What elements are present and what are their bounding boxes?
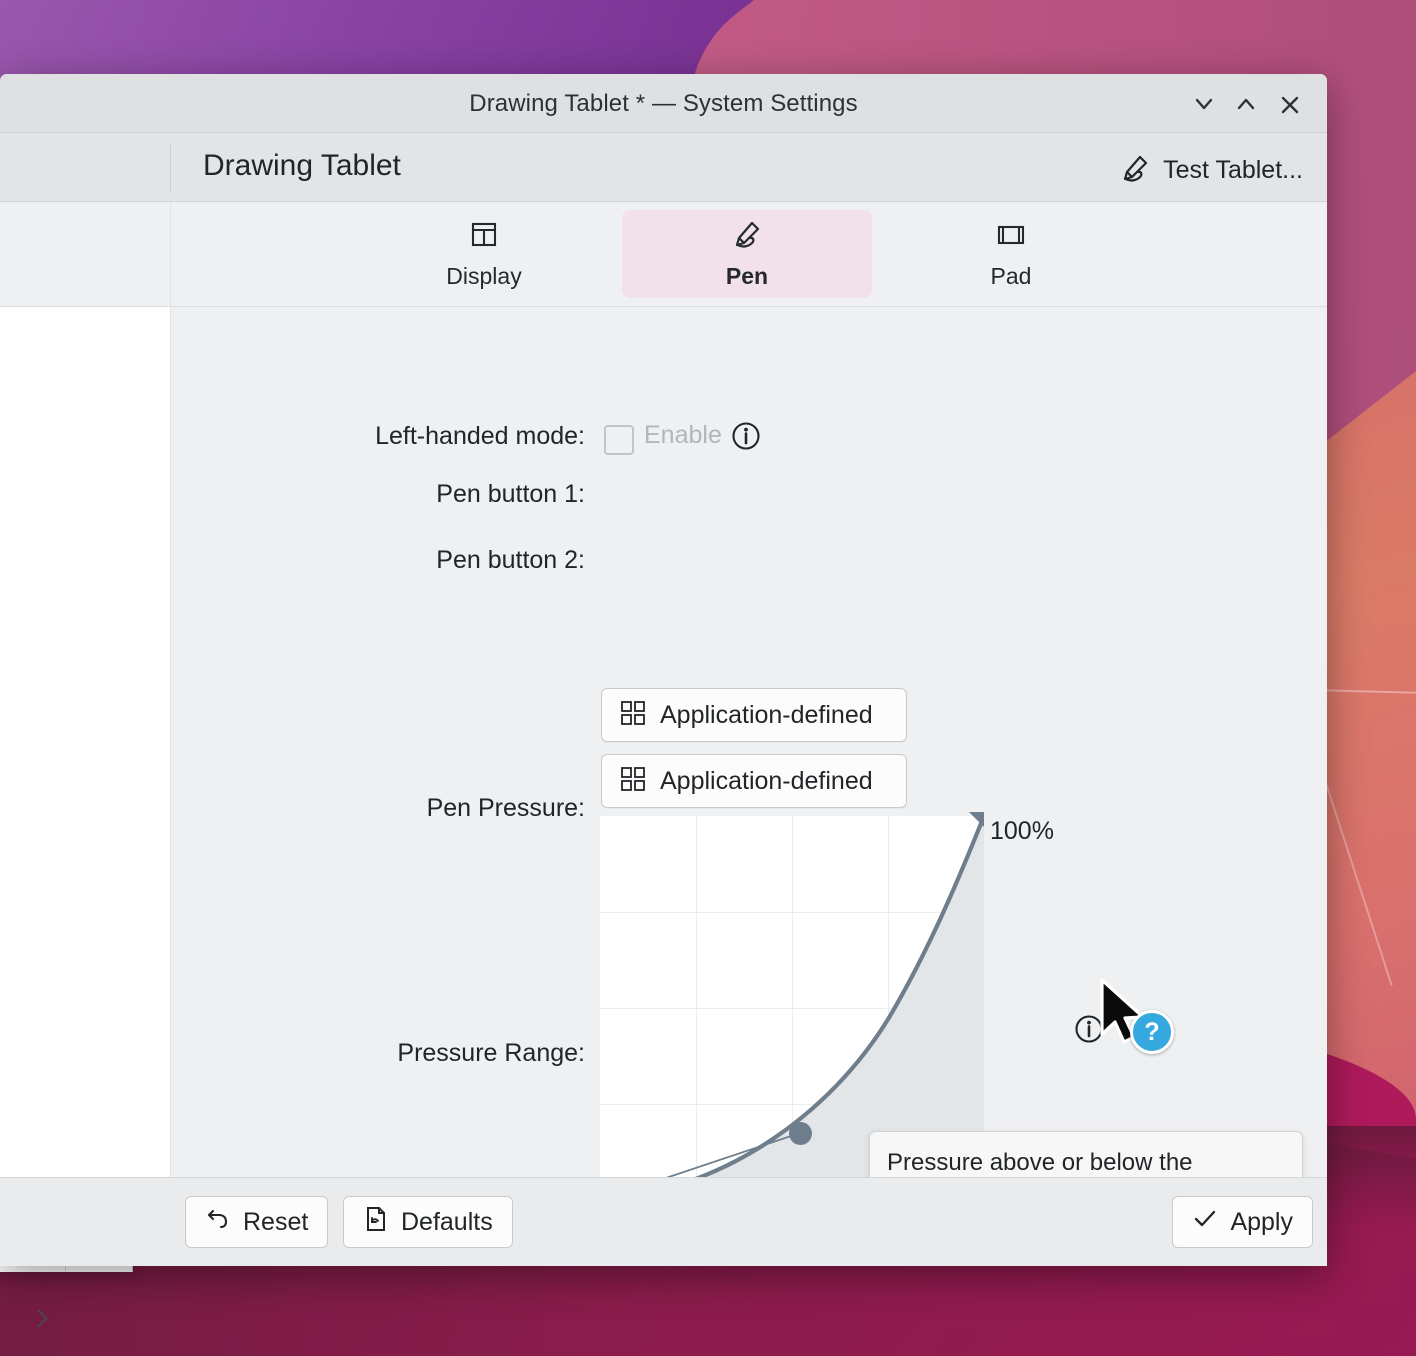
- help-cursor-badge: ?: [1130, 1010, 1174, 1054]
- tab-pen-label: Pen: [725, 262, 769, 289]
- tab-pad[interactable]: Pad: [886, 210, 1136, 298]
- system-settings-window: Drawing Tablet * — System Settings Drawi…: [0, 74, 1327, 1266]
- window-title: Drawing Tablet * — System Settings: [469, 90, 858, 117]
- reset-label: Reset: [243, 1207, 309, 1236]
- left-handed-mode-label: Left-handed mode:: [375, 422, 585, 450]
- apply-button[interactable]: Apply: [1172, 1196, 1313, 1248]
- window-headerbar: Drawing Tablet Test Tablet...: [0, 133, 1327, 202]
- defaults-button[interactable]: Defaults: [343, 1196, 513, 1248]
- pen-button-1-label: Pen button 1:: [436, 480, 585, 508]
- pressure-curve-control-handle[interactable]: [789, 1122, 812, 1145]
- left-handed-enable-label: Enable: [644, 421, 722, 449]
- tab-display-label: Display: [446, 262, 522, 289]
- test-tablet-label: Test Tablet...: [1163, 156, 1303, 184]
- page-title: Drawing Tablet: [203, 149, 401, 182]
- info-icon[interactable]: [1074, 1014, 1104, 1049]
- checkmark-icon: [1192, 1206, 1218, 1239]
- grid-squares-icon: [620, 700, 646, 731]
- pen-button-2-label: Pen button 2:: [436, 546, 585, 574]
- tablet-pad-icon: [994, 219, 1028, 256]
- pen-stylus-icon: [730, 219, 764, 256]
- pen-button-2-value: Application-defined: [660, 766, 873, 795]
- minimize-button[interactable]: [1187, 88, 1221, 120]
- monitor-icon: [467, 219, 501, 256]
- content-left-divider: [170, 307, 171, 1212]
- reset-button[interactable]: Reset: [185, 1196, 329, 1248]
- defaults-label: Defaults: [401, 1207, 493, 1236]
- info-icon[interactable]: [731, 421, 761, 456]
- test-tablet-button[interactable]: Test Tablet...: [1112, 149, 1309, 192]
- undo-arrow-icon: [205, 1206, 231, 1239]
- document-restore-icon: [363, 1206, 389, 1239]
- pressure-max-label: 100%: [990, 817, 1054, 845]
- tab-display[interactable]: Display: [359, 210, 609, 298]
- pen-stylus-icon: [1118, 152, 1152, 189]
- maximize-button[interactable]: [1229, 88, 1263, 120]
- content-left-panel: [0, 307, 170, 1212]
- pressure-range-label: Pressure Range:: [397, 1039, 585, 1067]
- apply-label: Apply: [1230, 1207, 1293, 1236]
- pen-button-1-value: Application-defined: [660, 700, 873, 729]
- chevron-right-icon[interactable]: [28, 1308, 50, 1330]
- tab-pad-label: Pad: [990, 262, 1032, 289]
- pen-button-2-combobox[interactable]: Application-defined: [601, 754, 907, 808]
- left-handed-enable-checkbox[interactable]: [604, 425, 634, 455]
- window-titlebar[interactable]: Drawing Tablet * — System Settings: [0, 74, 1327, 133]
- tabbar: Display Pen Pad: [0, 202, 1327, 307]
- pen-button-1-combobox[interactable]: Application-defined: [601, 688, 907, 742]
- tab-pen[interactable]: Pen: [622, 210, 872, 298]
- grid-squares-icon: [620, 766, 646, 797]
- window-footer: Reset Defaults Apply: [0, 1177, 1327, 1266]
- pen-pressure-label: Pen Pressure:: [426, 794, 585, 822]
- tabbar-left-divider: [170, 202, 171, 306]
- header-divider: [170, 143, 171, 191]
- close-button[interactable]: [1273, 88, 1307, 120]
- settings-content: Left-handed mode: Enable Pen button 1: A…: [0, 307, 1327, 1266]
